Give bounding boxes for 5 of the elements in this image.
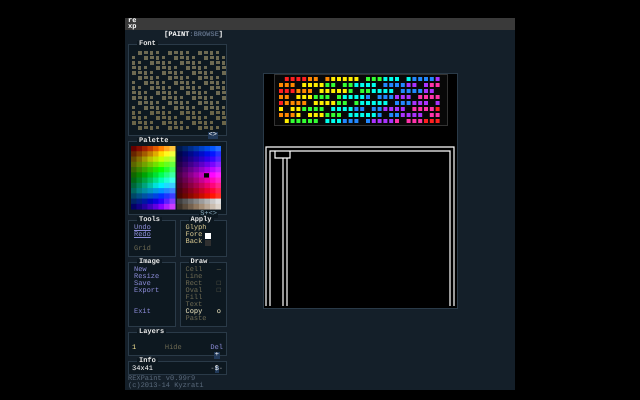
canvas[interactable] — [263, 73, 458, 309]
glyph-grid-drawing[interactable] — [131, 50, 228, 131]
color-palette-drawing[interactable] — [131, 146, 221, 210]
toggle-swatch[interactable] — [205, 232, 212, 238]
toggle-swatch[interactable] — [205, 240, 212, 246]
